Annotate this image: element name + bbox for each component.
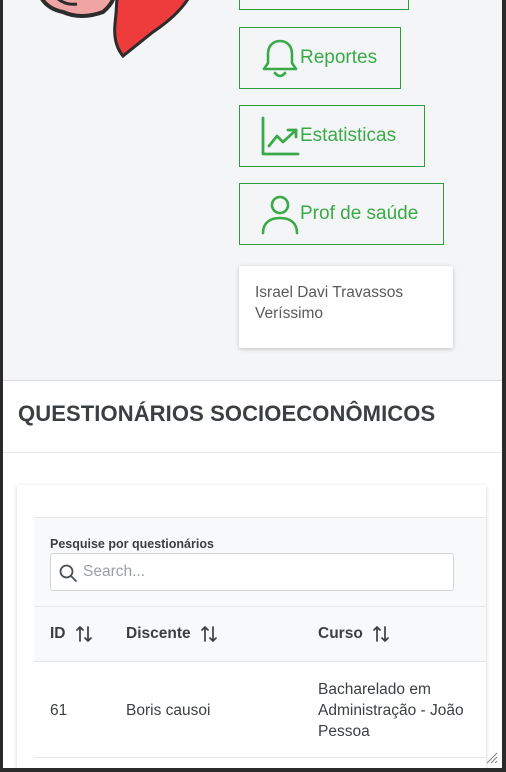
table-row[interactable]: 61 Boris causoi Bacharelado em Administr… (34, 662, 486, 758)
questionnaires-card: Pesquise por questionários ID (17, 485, 486, 768)
sort-icon[interactable] (372, 625, 390, 643)
estatisticas-label: Estatisticas (300, 125, 397, 146)
cell-id: 61 (50, 702, 68, 719)
page-title: QUESTIONÁRIOS SOCIOECONÔMICOS (18, 401, 436, 426)
search-input[interactable] (83, 554, 449, 590)
person-icon (261, 195, 299, 235)
cell-discente: Boris causoi (126, 702, 211, 719)
section-header: QUESTIONÁRIOS SOCIOECONÔMICOS (3, 381, 502, 453)
prof-saude-button[interactable]: Prof de saúde (239, 183, 444, 245)
resize-handle-icon[interactable] (484, 750, 498, 764)
sort-icon[interactable] (200, 625, 218, 643)
table-header: ID Discente Curso (34, 607, 486, 662)
column-header-label: ID (50, 625, 66, 642)
bell-icon (262, 39, 298, 78)
user-card: Israel Davi Travassos Veríssimo (239, 266, 453, 348)
user-name: Israel Davi Travassos Veríssimo (255, 284, 404, 322)
column-header-label: Curso (318, 625, 363, 642)
reportes-label: Reportes (300, 47, 378, 68)
search-icon (59, 564, 77, 582)
sidebar-panel: Reportes Estatisticas Prof de saúde Isra… (3, 0, 502, 381)
column-header-curso[interactable]: Curso (318, 625, 390, 643)
prof-saude-label: Prof de saúde (300, 203, 419, 224)
chart-line-icon (261, 116, 300, 156)
search-box[interactable] (50, 553, 454, 591)
column-header-id[interactable]: ID (50, 625, 93, 643)
search-area: Pesquise por questionários (34, 517, 486, 607)
app-frame: Reportes Estatisticas Prof de saúde Isra… (3, 0, 502, 768)
nav-button-top[interactable] (239, 0, 409, 10)
sort-icon[interactable] (75, 625, 93, 643)
app-logo (40, 0, 190, 59)
estatisticas-button[interactable]: Estatisticas (239, 105, 425, 167)
data-table: Pesquise por questionários ID (34, 517, 486, 768)
cell-curso: Bacharelado em Administração - João Pess… (318, 681, 464, 740)
column-header-discente[interactable]: Discente (126, 625, 218, 643)
reportes-button[interactable]: Reportes (239, 27, 401, 89)
search-label: Pesquise por questionários (50, 537, 214, 551)
column-header-label: Discente (126, 625, 191, 642)
